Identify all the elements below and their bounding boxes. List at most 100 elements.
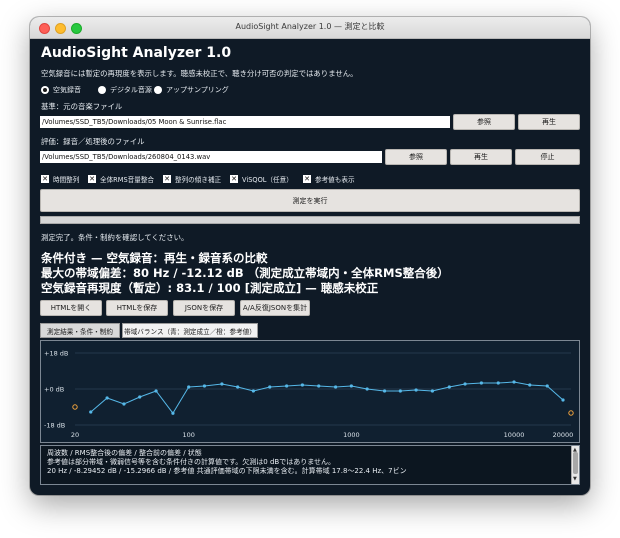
option-rms-match[interactable]: ✕ 全体RMS音量整合 bbox=[88, 174, 154, 184]
valid-data-point bbox=[89, 410, 93, 414]
mode-label: デジタル音源 bbox=[110, 86, 152, 94]
valid-data-point bbox=[545, 384, 549, 388]
valid-data-point bbox=[317, 384, 321, 388]
valid-data-point bbox=[187, 385, 191, 389]
notes-scrollbar[interactable]: ▲ ▼ bbox=[571, 446, 579, 484]
scroll-thumb[interactable] bbox=[573, 452, 578, 474]
reference-play-button[interactable]: 再生 bbox=[518, 114, 580, 130]
notes-text-area: 周波数 / RMS整合後の偏差 / 整合前の偏差 / 状態 参考値は部分帯域・微… bbox=[40, 445, 580, 485]
option-show-reference[interactable]: ✕ 参考値も表示 bbox=[303, 174, 355, 184]
x-tick-label: 1000 bbox=[343, 431, 360, 439]
valid-data-point bbox=[382, 389, 387, 393]
radio-unselected-icon bbox=[154, 86, 162, 94]
valid-data-point bbox=[138, 395, 142, 399]
notes-line-2: 参考値は部分帯域・微弱信号等を含む条件付きの計算値です。欠測は0 dBではありま… bbox=[47, 458, 336, 466]
checkbox-checked-icon: ✕ bbox=[163, 175, 171, 183]
band-balance-chart: +18 dB +0 dB -18 dB 20 100 1000 10000 20000 bbox=[40, 340, 580, 443]
valid-data-point bbox=[479, 381, 483, 385]
save-html-button[interactable]: HTMLを保存 bbox=[106, 300, 168, 316]
y-tick-label: +0 dB bbox=[44, 386, 64, 394]
valid-data-point bbox=[496, 381, 500, 385]
valid-data-point bbox=[171, 411, 175, 415]
evaluation-stop-button[interactable]: 停止 bbox=[515, 149, 580, 165]
evaluation-play-button[interactable]: 再生 bbox=[450, 149, 512, 165]
valid-data-point bbox=[105, 396, 109, 400]
save-json-button[interactable]: JSONを保存 bbox=[173, 300, 235, 316]
checkbox-checked-icon: ✕ bbox=[230, 175, 238, 183]
app-window: AudioSight Analyzer 1.0 — 測定と比較 AudioSig… bbox=[30, 17, 590, 495]
notes-line-3: 20 Hz / -8.29452 dB / -15.2966 dB / 参考値 … bbox=[47, 467, 407, 475]
tab-results-conditions[interactable]: 測定結果・条件・制約 bbox=[40, 323, 120, 338]
app-subtitle: 空気録音には暫定の再現度を表示します。聴感未校正で、聴き分け可否の判定ではありま… bbox=[41, 69, 358, 78]
option-label: 時間整列 bbox=[53, 176, 80, 184]
x-tick-label: 10000 bbox=[504, 431, 525, 439]
x-tick-label: 100 bbox=[182, 431, 194, 439]
valid-data-point bbox=[512, 380, 516, 384]
result-line-1: 条件付き — 空気録音：再生・録音系の比較 bbox=[41, 251, 268, 265]
reference-path-field[interactable]: /Volumes/SSD_TB5/Downloads/05 Moon & Sun… bbox=[40, 116, 450, 128]
progress-bar bbox=[40, 216, 580, 224]
valid-data-point bbox=[349, 384, 353, 388]
reference-label: 基準：元の音楽ファイル bbox=[41, 102, 123, 111]
x-tick-label: 20000 bbox=[553, 431, 574, 439]
option-slope-correction[interactable]: ✕ 整列の傾き補正 bbox=[163, 174, 221, 184]
mode-label: 空気録音 bbox=[53, 86, 81, 94]
valid-data-point bbox=[236, 385, 240, 389]
scroll-down-icon[interactable]: ▼ bbox=[573, 475, 577, 484]
option-label: 整列の傾き補正 bbox=[175, 176, 222, 184]
result-line-3: 空気録音再現度（暫定）: 83.1 / 100 [測定成立] — 聴感未校正 bbox=[41, 281, 379, 295]
radio-unselected-icon bbox=[98, 86, 106, 94]
checkbox-checked-icon: ✕ bbox=[88, 175, 96, 183]
valid-data-point bbox=[414, 388, 418, 392]
status-text: 測定完了。条件・制約を確認してください。 bbox=[41, 233, 189, 242]
valid-data-point bbox=[268, 385, 272, 389]
progress-fill bbox=[41, 217, 579, 223]
evaluation-label: 評価：録音／処理後のファイル bbox=[41, 137, 145, 146]
mode-label: アップサンプリング bbox=[166, 86, 229, 94]
valid-data-point bbox=[251, 389, 256, 393]
valid-data-point bbox=[398, 389, 402, 393]
evaluation-browse-button[interactable]: 参照 bbox=[385, 149, 447, 165]
open-html-button[interactable]: HTMLを開く bbox=[40, 300, 102, 316]
valid-series-line bbox=[90, 381, 564, 415]
radio-selected-icon bbox=[41, 86, 49, 94]
valid-data-point bbox=[154, 389, 158, 393]
tab-band-balance[interactable]: 帯域バランス（青：測定成立／橙：参考値） bbox=[122, 323, 258, 338]
valid-data-point bbox=[561, 398, 565, 402]
option-time-align[interactable]: ✕ 時間整列 bbox=[41, 174, 79, 184]
valid-data-point bbox=[365, 387, 369, 391]
option-visqol[interactable]: ✕ ViSQOL（任意） bbox=[230, 174, 293, 184]
mode-radio-digital[interactable]: デジタル音源 bbox=[98, 85, 152, 95]
valid-data-point bbox=[430, 389, 435, 393]
notes-line-1: 周波数 / RMS整合後の偏差 / 整合前の偏差 / 状態 bbox=[47, 449, 202, 457]
result-line-2: 最大の帯域偏差：80 Hz / -12.12 dB （測定成立帯域内・全体RMS… bbox=[41, 266, 449, 280]
checkbox-checked-icon: ✕ bbox=[303, 175, 311, 183]
reference-data-point bbox=[72, 404, 78, 410]
valid-data-point bbox=[333, 385, 338, 389]
mode-radio-upsampling[interactable]: アップサンプリング bbox=[154, 85, 229, 95]
valid-data-point bbox=[122, 402, 126, 406]
option-label: 全体RMS音量整合 bbox=[100, 176, 155, 184]
mode-radio-air[interactable]: 空気録音 bbox=[41, 85, 81, 95]
aggregate-aa-json-button[interactable]: A/A反復JSONを集計 bbox=[240, 300, 310, 316]
x-tick-label: 20 bbox=[71, 431, 79, 439]
option-label: 参考値も表示 bbox=[315, 176, 355, 184]
app-title: AudioSight Analyzer 1.0 bbox=[41, 45, 232, 61]
reference-data-point bbox=[568, 410, 574, 416]
valid-data-point bbox=[300, 383, 304, 387]
window-title: AudioSight Analyzer 1.0 — 測定と比較 bbox=[235, 22, 385, 31]
reference-browse-button[interactable]: 参照 bbox=[453, 114, 515, 130]
evaluation-path-field[interactable]: /Volumes/SSD_TB5/Downloads/260804_0143.w… bbox=[40, 151, 382, 163]
y-tick-label: +18 dB bbox=[44, 350, 68, 358]
chart-svg: +18 dB +0 dB -18 dB 20 100 1000 10000 20000 bbox=[44, 350, 574, 439]
run-measurement-button[interactable]: 測定を実行 bbox=[40, 189, 580, 212]
valid-data-point bbox=[202, 384, 207, 388]
valid-data-point bbox=[285, 384, 289, 388]
title-bar: AudioSight Analyzer 1.0 — 測定と比較 bbox=[30, 17, 590, 39]
valid-data-point bbox=[463, 382, 467, 386]
option-label: ViSQOL（任意） bbox=[242, 176, 293, 184]
y-tick-label: -18 dB bbox=[44, 422, 65, 430]
valid-data-point bbox=[447, 385, 451, 389]
valid-data-point bbox=[220, 382, 224, 386]
checkbox-checked-icon: ✕ bbox=[41, 175, 49, 183]
